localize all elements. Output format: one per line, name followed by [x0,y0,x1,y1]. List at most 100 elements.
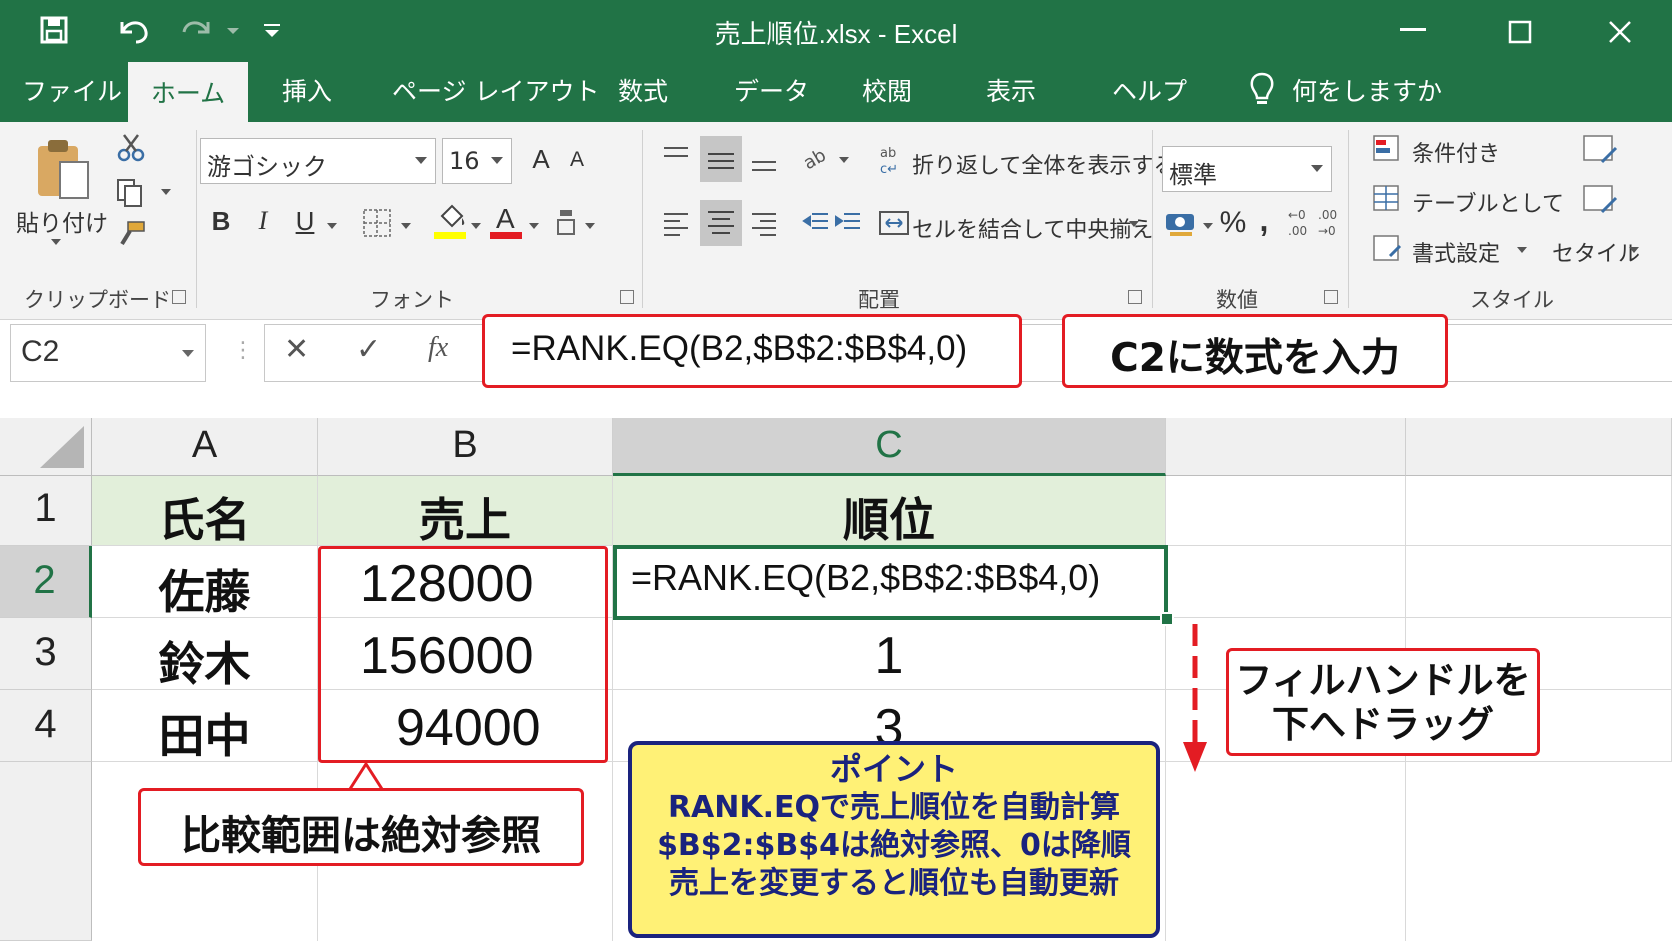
merge-dropdown-icon[interactable] [1128,220,1140,228]
row-header-1[interactable]: 1 [0,476,92,546]
align-bottom-icon[interactable] [748,144,780,174]
accounting-format-icon[interactable] [1164,208,1198,238]
copy-dropdown-icon[interactable] [160,188,172,196]
format-painter-icon[interactable] [116,220,146,248]
tab-review[interactable]: 校閲 [862,72,912,108]
paste-icon[interactable] [34,136,92,202]
row-header-4[interactable]: 4 [0,690,92,762]
font-color-icon[interactable]: A [490,202,522,240]
format-dropdown-icon[interactable] [1516,246,1528,254]
increase-decimal-icon[interactable]: ←0.00 [1286,206,1318,238]
cell-styles-dropdown-icon[interactable] [1628,246,1640,254]
accounting-dropdown-icon[interactable] [1202,222,1214,230]
underline-dropdown-icon[interactable] [326,222,338,230]
font-launcher-icon[interactable] [620,290,634,304]
select-all-button[interactable] [0,418,92,476]
cell-e2[interactable] [1406,546,1672,618]
conditional-format-icon[interactable] [1372,134,1402,164]
align-center-button[interactable] [700,200,742,246]
align-right-icon[interactable] [748,208,780,238]
font-name-combo[interactable]: 游ゴシック [200,138,436,184]
underline-button[interactable]: U [290,206,320,237]
number-format-combo[interactable]: 標準 [1162,146,1332,192]
name-box[interactable]: C2 [10,324,206,382]
wrap-text-button[interactable]: 折り返して全体を表示する [912,148,1175,180]
enter-button[interactable]: ✓ [356,332,381,367]
align-left-icon[interactable] [660,208,692,238]
percent-button[interactable]: % [1218,206,1248,240]
paste-label[interactable]: 貼り付け [16,204,108,238]
font-color-dropdown-icon[interactable] [528,222,540,230]
cancel-button[interactable]: ✕ [284,332,309,367]
formula-text[interactable]: =RANK.EQ(B2,$B$2:$B$4,0) [511,329,967,369]
borders-dropdown-icon[interactable] [400,222,412,230]
row-header-2[interactable]: 2 [0,546,92,618]
merge-center-button[interactable]: セルを結合して中央揃え [912,212,1153,244]
align-middle-button[interactable] [700,136,742,182]
tab-data[interactable]: データ [734,72,809,108]
insert-function-button[interactable]: fx [428,332,448,364]
format-as-table-button[interactable]: テーブルとして [1412,186,1564,218]
tab-insert[interactable]: 挿入 [282,72,332,108]
column-header-d[interactable] [1166,418,1406,476]
merge-center-icon[interactable] [878,208,910,238]
minimize-icon[interactable] [1400,28,1426,32]
borders-icon[interactable] [362,208,392,238]
shrink-font-button[interactable]: A [562,148,592,172]
column-header-a[interactable]: A [92,418,318,476]
fill-handle[interactable] [1160,612,1174,626]
tab-help[interactable]: ヘルプ [1112,72,1187,108]
tab-view[interactable]: 表示 [986,72,1036,108]
tab-home[interactable]: ホーム [128,62,248,122]
cut-icon[interactable] [116,132,146,162]
conditional-format-button[interactable]: 条件付き [1412,136,1500,168]
cell-a2[interactable]: 佐藤 [92,546,318,619]
column-header-b[interactable]: B [318,418,613,476]
tab-file[interactable]: ファイル [22,72,122,108]
row-header-3[interactable]: 3 [0,618,92,690]
chevron-down-icon[interactable] [181,349,195,359]
alignment-launcher-icon[interactable] [1128,290,1142,304]
phonetic-dropdown-icon[interactable] [584,222,596,230]
cell-styles-icon-1[interactable] [1580,132,1620,172]
cell-c1[interactable]: 順位 [613,476,1166,547]
column-header-c[interactable]: C [613,418,1166,476]
cell-b1[interactable]: 売上 [318,476,613,547]
wrap-text-icon[interactable]: abc↵ [878,144,908,176]
decrease-decimal-icon[interactable]: .00→0 [1316,206,1348,238]
active-cell-c2[interactable]: =RANK.EQ(B2,$B$2:$B$4,0) [613,545,1168,620]
orientation-dropdown-icon[interactable] [838,156,850,164]
italic-button[interactable]: I [248,206,278,236]
cell-e1[interactable] [1406,476,1672,546]
cell-d1[interactable] [1166,476,1406,546]
copy-icon[interactable] [116,178,144,208]
phonetic-guide-icon[interactable] [556,208,582,238]
cell-a3[interactable]: 鈴木 [92,618,318,691]
fill-color-icon[interactable] [434,202,468,240]
clipboard-launcher-icon[interactable] [172,290,186,304]
format-as-table-icon[interactable] [1372,184,1402,214]
orientation-icon[interactable]: ab [800,140,834,174]
tell-me-search[interactable]: 何をしますか [1292,72,1442,108]
close-icon[interactable] [1608,20,1632,44]
format-icon[interactable] [1372,234,1402,264]
decrease-indent-icon[interactable] [800,208,830,238]
column-header-e[interactable] [1406,418,1672,476]
cell-a1[interactable]: 氏名 [92,476,318,547]
cell-d2[interactable] [1166,546,1406,618]
formula-bar-grip-icon[interactable]: ⋮ [232,338,254,363]
cell-d5[interactable] [1166,762,1406,941]
cell-styles-icon-2[interactable] [1580,182,1620,222]
increase-indent-icon[interactable] [832,208,862,238]
tab-formulas[interactable]: 数式 [618,72,668,108]
cell-c3[interactable]: 1 [613,618,1166,690]
row-header-5[interactable] [0,762,92,941]
number-launcher-icon[interactable] [1324,290,1338,304]
paste-dropdown-icon[interactable] [50,238,62,246]
format-button[interactable]: 書式設定 [1412,236,1500,268]
maximize-icon[interactable] [1508,20,1532,44]
cell-styles-button[interactable]: セタイル [1552,236,1640,268]
bold-button[interactable]: B [206,206,236,237]
align-top-icon[interactable] [660,144,692,174]
font-size-combo[interactable]: 16 [442,138,512,184]
